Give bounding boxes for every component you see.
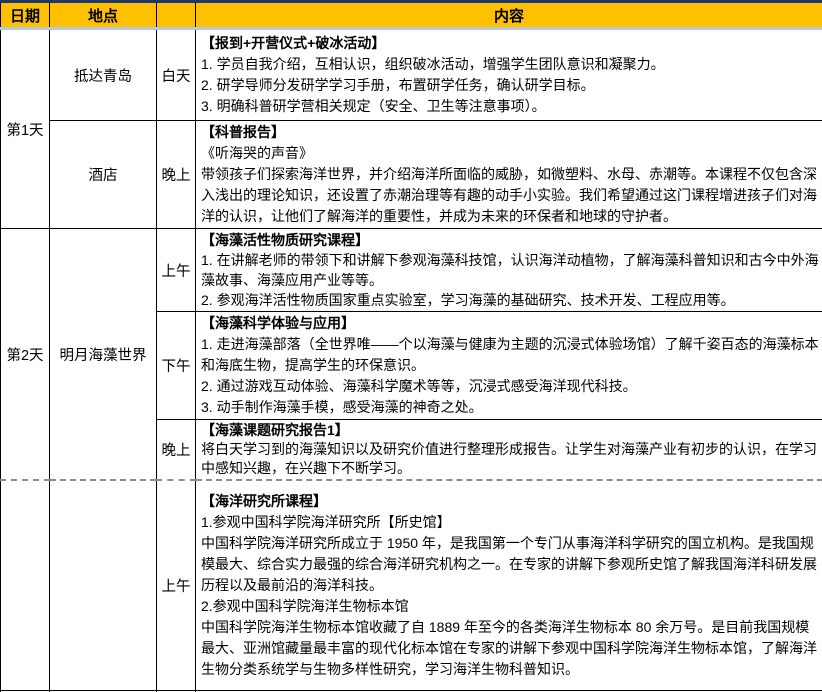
- cell-day1-evening-content[interactable]: 【科普报告】 《听海哭的声音》 带领孩子们探索海洋世界，并介绍海洋所面临的威胁，…: [196, 121, 822, 229]
- cell-day2-label[interactable]: 第2天: [1, 229, 50, 481]
- row-day1-evening: 酒店 晚上 【科普报告】 《听海哭的声音》 带领孩子们探索海洋世界，并介绍海洋所…: [1, 121, 822, 229]
- content-line: 2. 研学导师分发研学学习手册，布置研学任务，确认研学目标。: [201, 75, 819, 96]
- cell-day1-evening-location[interactable]: 酒店: [50, 121, 157, 229]
- content-title: 【海藻课题研究报告1】: [201, 421, 819, 440]
- content-title: 【报到+开营仪式+破冰活动】: [201, 33, 819, 54]
- content-line: 1. 学员自我介绍，互相认识，组织破冰活动，增强学生团队意识和凝聚力。: [201, 54, 819, 75]
- cell-day1-daytime-time[interactable]: 白天: [157, 29, 196, 121]
- content-line: 中国科学院海洋研究所成立于 1950 年，是我国第一个专门从事海洋科学研究的国立…: [201, 533, 819, 596]
- cell-day1-label[interactable]: 第1天: [1, 29, 50, 229]
- cell-day2-afternoon-time[interactable]: 下午: [157, 312, 196, 420]
- cell-next-morning-date[interactable]: [1, 480, 50, 690]
- cell-next-morning-location[interactable]: [50, 480, 157, 690]
- content-line: 2.参观中国科学院海洋生物标本馆: [201, 596, 819, 617]
- content-line: 1. 在讲解老师的带领下和讲解下参观海藻科技馆，认识海洋动植物，了解海藻科普知识…: [201, 250, 819, 290]
- cell-next-morning-content[interactable]: 【海洋研究所课程】 1.参观中国科学院海洋研究所【所史馆】 中国科学院海洋研究所…: [196, 480, 822, 690]
- content-line: 将白天学习到的海藻知识以及研究价值进行整理形成报告。让学生对海藻产业有初步的认识…: [201, 440, 819, 478]
- content-line: 1.参观中国科学院海洋研究所【所史馆】: [201, 512, 819, 533]
- content-title: 【海藻科学体验与应用】: [201, 313, 819, 334]
- content-subtitle: 《听海哭的声音》: [201, 143, 819, 164]
- cell-day2-evening-time[interactable]: 晚上: [157, 420, 196, 481]
- cell-day1-evening-time[interactable]: 晚上: [157, 121, 196, 229]
- header-row: 日期 地点 内容: [1, 3, 822, 29]
- itinerary-sheet: 日期 地点 内容 第1天 抵达青岛 白天 【报到+开营仪式+破冰活动】 1. 学…: [0, 0, 822, 692]
- content-line: 3. 明确科普研学营相关规定（安全、卫生等注意事项）。: [201, 96, 819, 117]
- content-line: 2. 参观海洋活性物质国家重点实验室，学习海藻的基础研究、技术开发、工程应用等。: [201, 290, 819, 310]
- content-line: 3. 动手制作海藻手模，感受海藻的神奇之处。: [201, 397, 819, 418]
- cell-day2-afternoon-content[interactable]: 【海藻科学体验与应用】 1. 走进海藻部落（全世界唯——个以海藻与健康为主题的沉…: [196, 312, 822, 420]
- row-day2-morning: 第2天 明月海藻世界 上午 【海藻活性物质研究课程】 1. 在讲解老师的带领下和…: [1, 229, 822, 312]
- content-title: 【海洋研究所课程】: [201, 491, 819, 512]
- cell-day2-morning-content[interactable]: 【海藻活性物质研究课程】 1. 在讲解老师的带领下和讲解下参观海藻科技馆，认识海…: [196, 229, 822, 312]
- row-next-morning: 上午 【海洋研究所课程】 1.参观中国科学院海洋研究所【所史馆】 中国科学院海洋…: [1, 480, 822, 690]
- content-title: 【科普报告】: [201, 122, 819, 143]
- cell-day2-morning-time[interactable]: 上午: [157, 229, 196, 312]
- row-day1-daytime: 第1天 抵达青岛 白天 【报到+开营仪式+破冰活动】 1. 学员自我介绍，互相认…: [1, 29, 822, 121]
- cell-day1-daytime-content[interactable]: 【报到+开营仪式+破冰活动】 1. 学员自我介绍，互相认识，组织破冰活动，增强学…: [196, 29, 822, 121]
- col-header-location[interactable]: 地点: [50, 3, 157, 29]
- col-header-time[interactable]: [157, 3, 196, 29]
- cell-day1-daytime-location[interactable]: 抵达青岛: [50, 29, 157, 121]
- col-header-date[interactable]: 日期: [1, 3, 50, 29]
- content-title: 【海藻活性物质研究课程】: [201, 230, 819, 250]
- content-line: 中国科学院海洋生物标本馆收藏了自 1889 年至今的各类海洋生物标本 80 余万…: [201, 617, 819, 680]
- content-line: 2. 通过游戏互动体验、海藻科学魔术等等，沉浸式感受海洋现代科技。: [201, 376, 819, 397]
- content-line: 带领孩子们探索海洋世界，并介绍海洋所面临的威胁，如微塑料、水母、赤潮等。本课程不…: [201, 164, 819, 227]
- itinerary-table: 日期 地点 内容 第1天 抵达青岛 白天 【报到+开营仪式+破冰活动】 1. 学…: [0, 3, 822, 692]
- cell-day2-evening-content[interactable]: 【海藻课题研究报告1】 将白天学习到的海藻知识以及研究价值进行整理形成报告。让学…: [196, 420, 822, 481]
- cell-day2-location[interactable]: 明月海藻世界: [50, 229, 157, 481]
- col-header-content[interactable]: 内容: [196, 3, 822, 29]
- cell-next-morning-time[interactable]: 上午: [157, 480, 196, 690]
- content-line: 1. 走进海藻部落（全世界唯——个以海藻与健康为主题的沉浸式体验场馆）了解千姿百…: [201, 334, 819, 376]
